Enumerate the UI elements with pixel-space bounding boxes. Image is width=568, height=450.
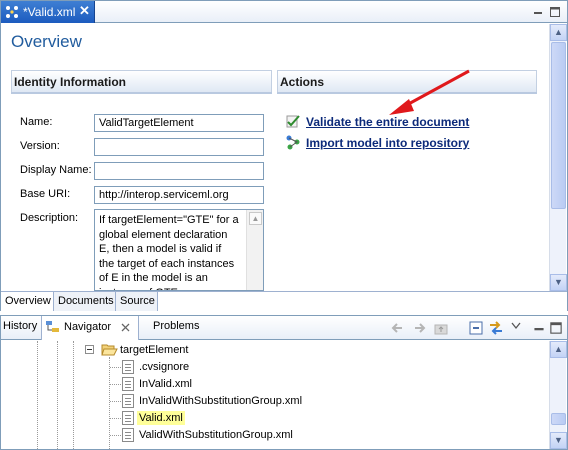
tab-history[interactable]: History [3, 320, 37, 332]
editor-pane: *Valid.xml ✕ Overview Identity Informati… [0, 0, 568, 311]
description-label: Description: [20, 212, 79, 224]
link-with-editor-icon[interactable] [488, 320, 504, 336]
file-label: InValidWithSubstitutionGroup.xml [139, 395, 303, 407]
tree-file-valid[interactable]: Valid.xml [110, 410, 192, 427]
minimize-icon[interactable] [531, 5, 545, 19]
navigator-icon [46, 321, 59, 332]
description-scrollbar[interactable]: ▲ [246, 210, 263, 290]
page-title: Overview [11, 32, 82, 51]
editor-tab-valid-xml[interactable]: *Valid.xml ✕ [1, 1, 95, 23]
file-label: ValidWithSubstitutionGroup.xml [139, 429, 293, 441]
identity-section-header[interactable]: Identity Information [11, 70, 272, 92]
xml-model-icon [6, 6, 18, 18]
editor-scrollbar[interactable]: ▲ ▼ [549, 24, 567, 291]
back-arrow-icon[interactable] [390, 320, 406, 336]
description-text: If targetElement="GTE" for a global elem… [99, 214, 239, 290]
tree-file-cvsignore[interactable]: .cvsignore [110, 359, 272, 376]
scroll-thumb[interactable] [551, 413, 566, 425]
file-label: InValid.xml [139, 378, 192, 390]
name-label: Name: [20, 116, 53, 128]
tab-source[interactable]: Source [116, 292, 158, 311]
tab-navigator[interactable]: Navigator [41, 316, 139, 340]
navigator-tree: targetElement .cvsignore InValid.xml InV… [1, 341, 549, 449]
tree-guide [73, 341, 74, 449]
name-field[interactable]: ValidTargetElement [94, 114, 264, 132]
selected-file-label: Valid.xml [137, 411, 185, 425]
tab-overview[interactable]: Overview [1, 292, 54, 311]
minimize-icon[interactable] [531, 320, 547, 336]
file-label: .cvsignore [139, 361, 190, 373]
maximize-icon[interactable] [548, 320, 564, 336]
folder-label: targetElement [120, 344, 189, 356]
scroll-down-icon[interactable]: ▼ [550, 274, 567, 291]
tree-file-invalid-substitution[interactable]: InValidWithSubstitutionGroup.xml [110, 393, 322, 410]
tab-problems[interactable]: Problems [153, 320, 199, 332]
file-icon [122, 411, 134, 425]
scroll-up-icon[interactable]: ▲ [550, 341, 567, 358]
view-menu-icon[interactable] [511, 322, 521, 330]
navigator-pane: History Navigator Problems targetElement… [0, 315, 568, 450]
base-uri-field[interactable]: http://interop.serviceml.org [94, 186, 264, 204]
collapse-all-icon[interactable] [468, 320, 484, 336]
scroll-up-icon[interactable]: ▲ [550, 24, 567, 41]
version-label: Version: [20, 140, 60, 152]
tree-guide [57, 341, 58, 449]
version-field[interactable] [94, 138, 264, 156]
editor-tab-bar: *Valid.xml ✕ [1, 1, 567, 23]
annotation-arrow [389, 69, 470, 115]
navigator-scrollbar[interactable]: ▲ ▼ [549, 341, 567, 449]
section-divider [11, 92, 272, 94]
import-model-link[interactable]: Import model into repository [306, 136, 469, 150]
tree-file-valid-substitution[interactable]: ValidWithSubstitutionGroup.xml [110, 427, 322, 444]
forward-arrow-icon[interactable] [411, 320, 427, 336]
file-icon [122, 428, 134, 442]
editor-page-tabs: Overview Documents Source [1, 291, 567, 311]
import-model-icon [286, 135, 300, 150]
validate-check-icon [286, 115, 300, 128]
up-folder-icon[interactable] [433, 320, 449, 336]
scroll-thumb[interactable] [551, 42, 566, 209]
file-icon [122, 360, 134, 374]
close-icon[interactable]: ✕ [79, 3, 90, 19]
display-name-label: Display Name: [20, 164, 92, 176]
tab-documents[interactable]: Documents [54, 292, 116, 311]
file-icon [122, 377, 134, 391]
tab-navigator-label: Navigator [64, 321, 112, 333]
scroll-down-icon[interactable]: ▼ [550, 432, 567, 449]
editor-tab-label: *Valid.xml [23, 5, 76, 19]
file-icon [122, 394, 134, 408]
display-name-field[interactable] [94, 162, 264, 180]
tree-file-invalid[interactable]: InValid.xml [110, 376, 272, 393]
description-textarea[interactable]: If targetElement="GTE" for a global elem… [94, 209, 264, 291]
open-folder-icon [101, 344, 118, 356]
collapse-toggle-icon[interactable] [85, 345, 94, 354]
navigator-tab-bar: History Navigator Problems [1, 316, 567, 340]
close-icon[interactable] [120, 322, 131, 333]
base-uri-label: Base URI: [20, 188, 71, 200]
tree-guide [37, 341, 38, 449]
scroll-up-icon[interactable]: ▲ [249, 212, 262, 225]
maximize-icon[interactable] [548, 5, 562, 19]
